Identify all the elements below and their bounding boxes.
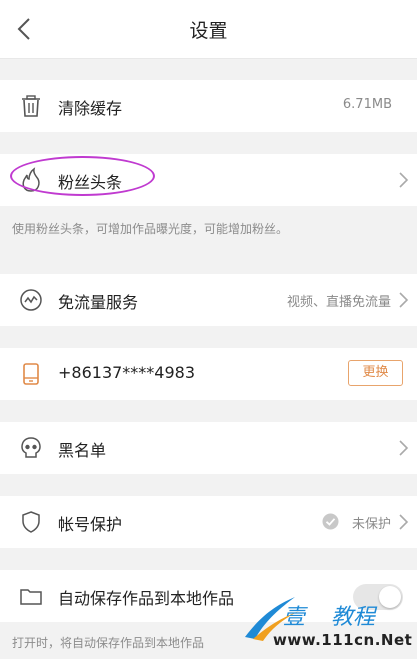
skull-icon: [21, 437, 41, 458]
top-bar: 设置: [0, 0, 417, 59]
account-protect-label: 帐号保护: [58, 515, 123, 534]
account-protect-row[interactable]: 帐号保护 未保护: [0, 496, 417, 548]
watermark-url: www.111cn.Net: [273, 631, 413, 649]
folder-icon: [20, 589, 42, 605]
blacklist-label: 黑名单: [58, 441, 107, 460]
phone-number: +86137****4983: [58, 363, 196, 382]
cache-size: 6.71MB: [342, 97, 392, 112]
watermark-char2: 教程: [331, 605, 376, 630]
change-phone-button[interactable]: 更换: [348, 360, 403, 386]
chevron-right-icon: [399, 440, 409, 456]
account-protect-status: 未保护: [351, 517, 391, 532]
fans-headline-hint: 使用粉丝头条，可增加作品曝光度，可能增加粉丝。: [12, 222, 289, 236]
clear-cache-row[interactable]: 清除缓存 6.71MB: [0, 80, 417, 132]
free-data-label: 免流量服务: [58, 293, 139, 312]
free-data-row[interactable]: 免流量服务 视频、直播免流量: [0, 274, 417, 326]
chevron-right-icon: [399, 292, 409, 308]
blacklist-row[interactable]: 黑名单: [0, 422, 417, 474]
phone-icon: [23, 363, 39, 385]
free-data-value: 视频、直播免流量: [286, 295, 391, 310]
annotation-circle: [10, 156, 155, 196]
auto-save-label: 自动保存作品到本地作品: [58, 589, 235, 608]
shield-icon: [22, 511, 40, 533]
chevron-right-icon: [399, 514, 409, 530]
check-circle-icon: [322, 513, 339, 530]
trash-icon: [22, 95, 40, 117]
phone-row: +86137****4983 更换: [0, 348, 417, 400]
page-title: 设置: [189, 20, 228, 42]
data-wave-icon: [20, 289, 42, 311]
watermark-char1: 壹: [283, 605, 306, 630]
clear-cache-label: 清除缓存: [58, 99, 123, 118]
site-watermark: 壹 教程 www.111cn.Net: [243, 593, 413, 655]
auto-save-hint: 打开时，将自动保存作品到本地作品: [12, 636, 205, 650]
chevron-right-icon: [399, 172, 409, 188]
